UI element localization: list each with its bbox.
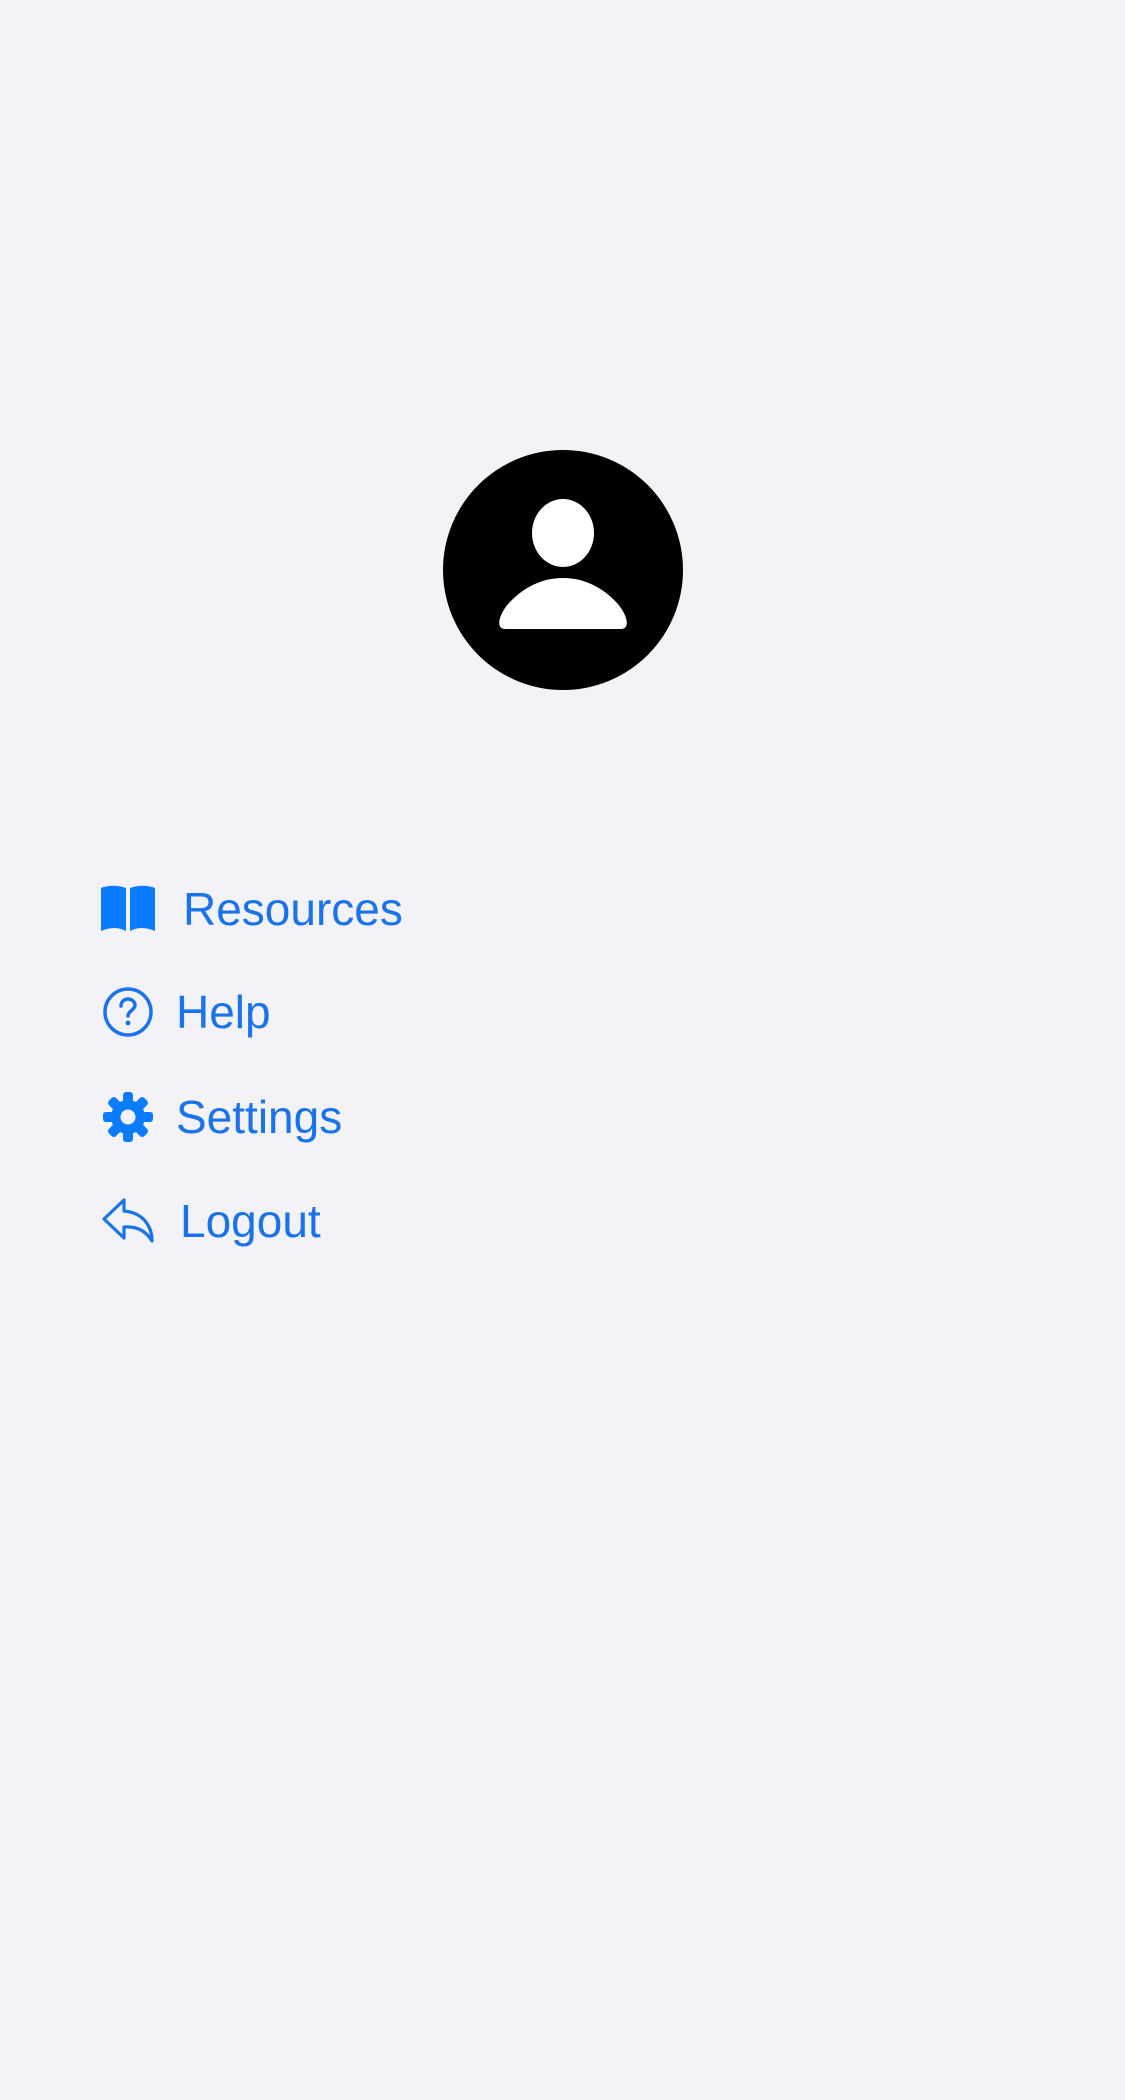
menu-item-label: Resources — [183, 883, 403, 935]
question-circle-icon — [98, 982, 158, 1042]
book-icon — [98, 879, 158, 939]
menu-item-help[interactable]: Help — [98, 972, 271, 1052]
menu-item-settings[interactable]: Settings — [98, 1077, 342, 1157]
menu-item-label: Logout — [180, 1195, 321, 1247]
profile-avatar[interactable] — [443, 450, 683, 690]
menu-item-label: Help — [176, 986, 271, 1038]
gear-icon — [98, 1087, 158, 1147]
menu-item-logout[interactable]: Logout — [98, 1181, 321, 1261]
reply-arrow-icon — [98, 1191, 158, 1251]
menu-item-resources[interactable]: Resources — [98, 869, 403, 949]
person-circle-icon — [443, 450, 683, 690]
menu-item-label: Settings — [176, 1091, 343, 1143]
